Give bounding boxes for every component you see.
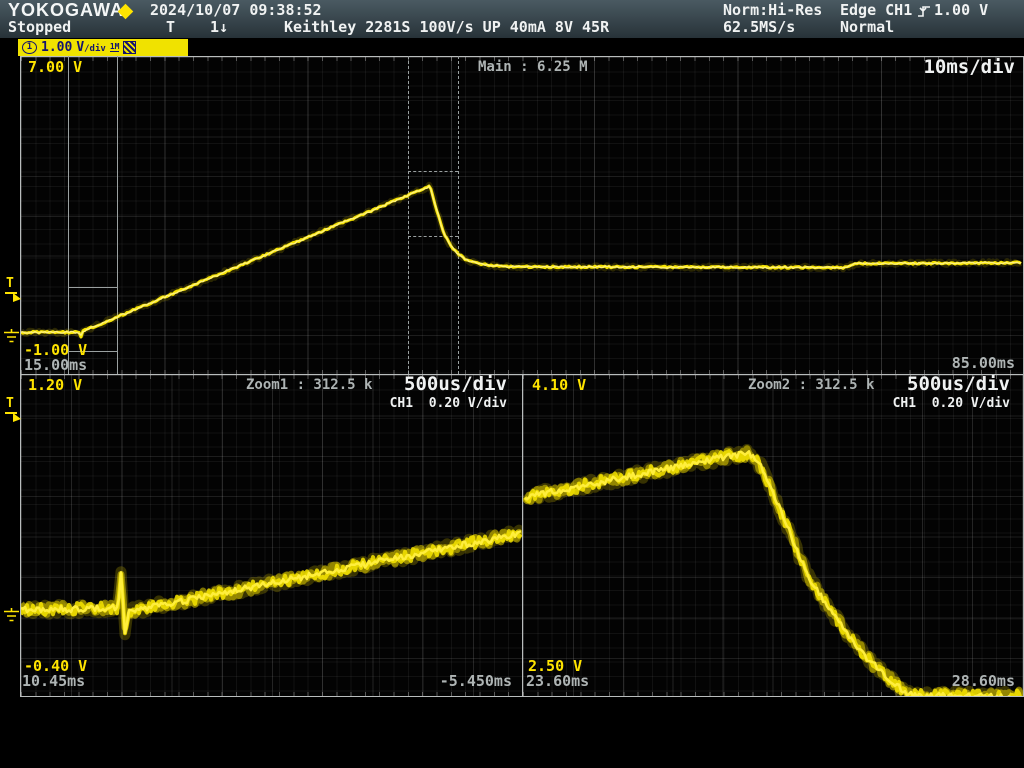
main-record-label: Main : 6.25 M bbox=[478, 60, 588, 75]
zoom2-v-top-label: 4.10 V bbox=[532, 378, 586, 394]
main-trace bbox=[21, 185, 1021, 337]
zoom1-record-label: Zoom1 : 312.5 k bbox=[246, 378, 372, 393]
main-trigger-level-marker: T bbox=[6, 277, 14, 291]
zoom1-trace bbox=[21, 530, 521, 635]
main-trigger-level-arrow-icon bbox=[13, 293, 21, 302]
zoom1-t-left-label: 10.45ms bbox=[22, 674, 85, 690]
main-t-left-label: 15.00ms bbox=[24, 358, 87, 374]
zoom1-ground-icon bbox=[3, 607, 20, 628]
zoom2-timebase-label: 500us/div bbox=[893, 375, 1010, 395]
zoom2-trace bbox=[525, 449, 1021, 702]
zoom1-v-top-label: 1.20 V bbox=[28, 378, 82, 394]
oscilloscope-screen: YOKOGAWA 2024/10/07 09:38:52 Stopped T 1… bbox=[0, 0, 1024, 768]
zoom2-channel-scale-label: CH1 0.20 V/div bbox=[863, 397, 1010, 411]
zoom2-t-right-label: 28.60ms bbox=[903, 674, 1015, 690]
zoom1-channel-scale-label: CH1 0.20 V/div bbox=[360, 397, 507, 411]
main-ground-icon bbox=[3, 328, 20, 349]
main-t-right-label: 85.00ms bbox=[900, 356, 1015, 372]
main-timebase-label: 10ms/div bbox=[900, 58, 1015, 78]
zoom1-t-right-label: -5.450ms bbox=[400, 674, 512, 690]
zoom1-trigger-level-arrow-icon bbox=[13, 413, 21, 422]
main-v-top-label: 7.00 V bbox=[28, 60, 82, 76]
zoom1-trigger-level-marker: T bbox=[6, 397, 14, 411]
zoom1-timebase-label: 500us/div bbox=[390, 375, 507, 395]
zoom2-record-label: Zoom2 : 312.5 k bbox=[748, 378, 874, 393]
zoom2-t-left-label: 23.60ms bbox=[526, 674, 589, 690]
